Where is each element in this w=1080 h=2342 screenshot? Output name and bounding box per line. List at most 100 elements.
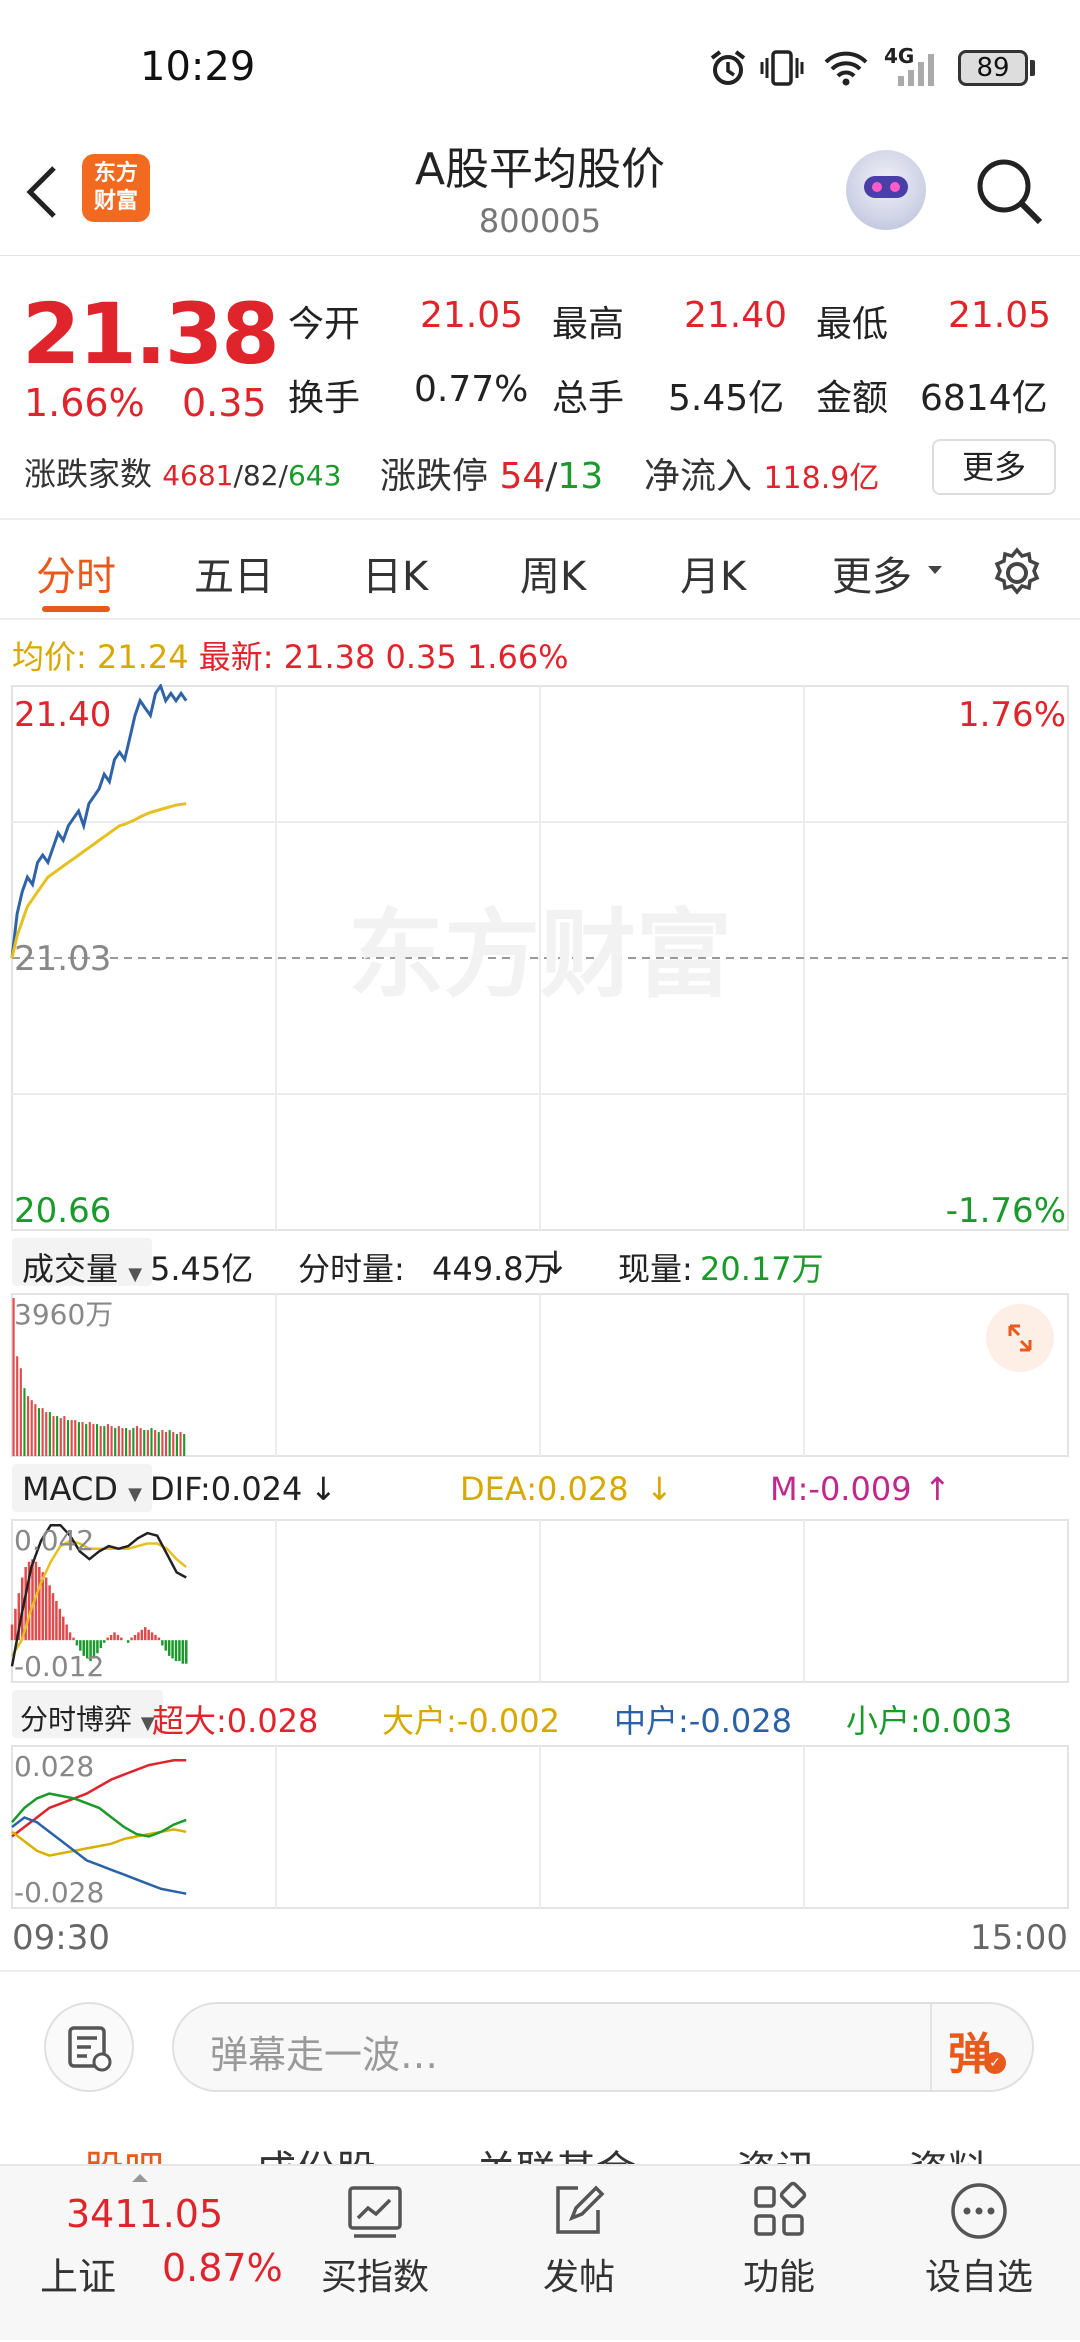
change-value: 0.35 [182, 381, 267, 425]
macd-selector[interactable]: MACD ▼ [12, 1464, 152, 1512]
stat-high-value: 21.40 [684, 295, 788, 336]
volume-bar [85, 1424, 88, 1456]
volume-bar [88, 1422, 91, 1456]
breadth-flat: 82 [242, 459, 279, 492]
volume-bar [99, 1426, 102, 1456]
sub-tab-guba[interactable]: 股吧 [84, 2138, 164, 2164]
limit-up: 54 [499, 456, 546, 497]
volume-bar [121, 1428, 124, 1456]
flow-selector[interactable]: 分时博弈 ▼ [12, 1690, 163, 1738]
volume-bar [168, 1430, 171, 1456]
volume-bar [114, 1428, 117, 1456]
volume-bar [77, 1422, 80, 1456]
volume-bar [157, 1432, 160, 1456]
macd-header: MACD ▼ DIF:0.024 ↓ DEA:0.028 ↓ M:-0.009 … [12, 1464, 1072, 1516]
volume-bar [161, 1430, 164, 1456]
tab-more[interactable]: 更多 [832, 544, 912, 602]
x-label-start: 09:30 [12, 1918, 110, 1958]
tab-active-indicator [42, 606, 110, 612]
index-ticker[interactable]: 3411.05 上证 0.87% [0, 2166, 300, 2342]
last-change: 0.35 [385, 638, 457, 676]
volume-bar [150, 1428, 153, 1456]
minute-volume-value: 449.8万 [432, 1250, 556, 1288]
breadth-up: 4681 [162, 459, 234, 492]
danmaku-button[interactable]: 弹 ✓ [948, 2018, 1008, 2080]
volume-bar [183, 1434, 186, 1456]
up-caret-icon [132, 2174, 148, 2182]
dif-value: DIF:0.024 [150, 1470, 303, 1508]
limit-down: 13 [557, 456, 604, 497]
volume-bar [139, 1428, 142, 1456]
fund-flow-chart[interactable]: 0.028 -0.028 [0, 1744, 1080, 1910]
volume-bar [66, 1420, 70, 1456]
volume-total: 5.45亿 [150, 1250, 254, 1288]
volume-max-label: 3960万 [14, 1298, 113, 1331]
tab-monthly-k[interactable]: 月K [680, 544, 746, 602]
add-watchlist-button[interactable]: 设自选 [914, 2166, 1044, 2342]
volume-selector[interactable]: 成交量 ▼ [12, 1238, 153, 1288]
chevron-down-icon: ▼ [128, 1484, 142, 1505]
volume-bar [30, 1400, 33, 1456]
tab-daily-k[interactable]: 日K [362, 544, 428, 602]
volume-bar [81, 1422, 84, 1456]
last-pct: 1.66% [466, 638, 569, 676]
intraday-chart[interactable]: 东方财富 21.40 21.03 20.66 1.76% -1.76% [0, 684, 1080, 1232]
flow-y-tick-high: 0.028 [14, 1750, 94, 1783]
tab-five-day[interactable]: 五日 [194, 544, 274, 602]
expand-button[interactable] [986, 1304, 1054, 1372]
volume-bar [103, 1426, 106, 1456]
index-value: 3411.05 [66, 2192, 224, 2236]
volume-bar [128, 1430, 131, 1456]
grid-icon [754, 2181, 807, 2236]
chevron-down-icon [928, 566, 942, 574]
sub-tab-funds[interactable]: 关联基金 [476, 2138, 636, 2164]
volume-chart[interactable]: 3960万 [0, 1292, 1080, 1458]
comment-input[interactable]: 弹幕走一波… 弹 ✓ [172, 2002, 1034, 2092]
volume-bar [110, 1426, 113, 1456]
more-button[interactable]: 更多 [932, 439, 1056, 495]
stat-high-label: 最高 [552, 304, 625, 345]
volume-header: 成交量 ▼ 5.45亿 分时量: 449.8万 ↓ 现量: 20.17万 [12, 1238, 1072, 1290]
robot-eye [890, 182, 900, 192]
period-tabs: 分时 五日 日K 周K 月K 更多 [0, 520, 1080, 620]
index-name: 上证 [40, 2255, 117, 2299]
current-price: 21.38 [22, 285, 280, 383]
chart-trend-icon [348, 2186, 402, 2238]
robot-avatar[interactable] [846, 150, 926, 230]
y-tick-pct-high: 1.76% [958, 695, 1066, 735]
index-pct: 0.87% [162, 2246, 283, 2290]
sub-tab-components[interactable]: 成份股 [256, 2138, 376, 2164]
volume-bar [45, 1412, 48, 1456]
search-icon[interactable] [972, 154, 1046, 228]
tab-intraday[interactable]: 分时 [36, 544, 116, 602]
volume-bar [63, 1416, 66, 1456]
alarm-icon [710, 50, 746, 85]
volume-bar [34, 1404, 37, 1456]
tab-weekly-k[interactable]: 周K [520, 544, 586, 602]
stat-low-value: 21.05 [948, 295, 1052, 336]
add-watchlist-label: 设自选 [924, 2257, 1033, 2298]
sub-tab-profile[interactable]: 资料 [908, 2138, 988, 2164]
battery-tip [1030, 60, 1035, 76]
volume-bar [19, 1368, 22, 1456]
current-volume-value: 20.17万 [700, 1250, 824, 1288]
functions-button[interactable]: 功能 [714, 2166, 844, 2342]
last-value: 21.38 [283, 638, 376, 676]
flow-small: 小户:0.003 [846, 1702, 1013, 1740]
vibrate-icon [760, 50, 804, 86]
robot-eye [872, 182, 882, 192]
gear-icon[interactable] [990, 546, 1044, 600]
stat-amount-label: 金额 [816, 378, 889, 419]
volume-bar [23, 1388, 26, 1456]
stat-turnover-label: 换手 [288, 378, 361, 419]
expand-icon [1008, 1324, 1032, 1352]
macd-label: MACD [22, 1470, 118, 1508]
volume-bar [154, 1430, 157, 1456]
buy-index-button[interactable]: 买指数 [310, 2166, 440, 2342]
signal-icon [898, 54, 934, 86]
macd-chart[interactable]: 0.042 -0.012 [0, 1518, 1080, 1684]
post-button[interactable]: 发帖 [514, 2166, 644, 2342]
comment-settings-button[interactable] [44, 2002, 134, 2092]
watermark: 东方财富 [348, 899, 732, 1011]
sub-tab-news[interactable]: 资讯 [736, 2138, 816, 2164]
